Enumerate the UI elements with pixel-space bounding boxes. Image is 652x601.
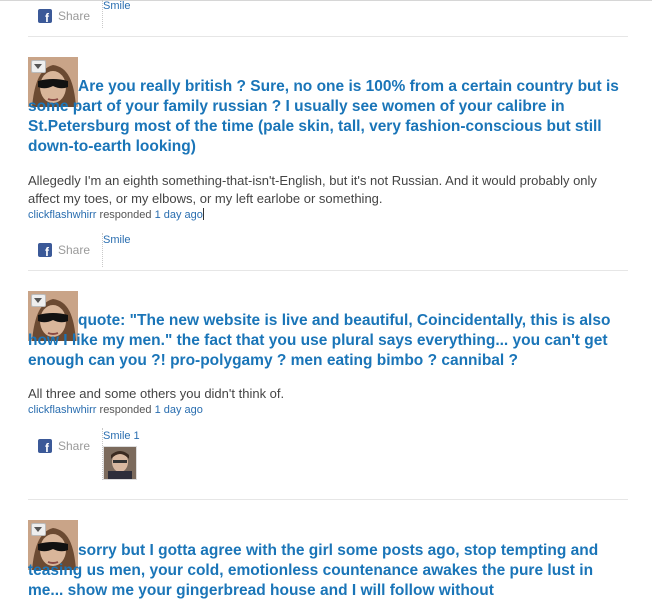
answer-text: Allegedly I'm an eighth something-that-i… (28, 173, 597, 206)
smiler-photo (104, 447, 136, 479)
facebook-icon: f (38, 9, 52, 23)
responded-label: responded (99, 209, 152, 221)
username-link[interactable]: clickflashwhirr (28, 209, 96, 221)
dropdown-triangle-icon[interactable] (31, 60, 46, 73)
username-link[interactable]: clickflashwhirr (28, 404, 96, 416)
separator (28, 36, 628, 37)
smile-button[interactable]: Smile 1 (103, 430, 140, 442)
responded-label: responded (99, 404, 152, 416)
response-meta: clickflashwhirr responded 1 day ago (28, 404, 203, 416)
facebook-share-button[interactable]: f Share (38, 438, 90, 454)
smile-button[interactable]: Smile (103, 0, 131, 12)
smile-button[interactable]: Smile (103, 234, 131, 246)
facebook-icon: f (38, 439, 52, 453)
share-label: Share (58, 243, 91, 257)
dropdown-triangle-icon[interactable] (31, 294, 46, 307)
question-text[interactable]: quote: "The new website is live and beau… (28, 311, 632, 371)
text-cursor (202, 208, 204, 220)
share-label: Share (58, 9, 91, 23)
facebook-share-button[interactable]: f Share (38, 242, 90, 258)
facebook-icon: f (38, 243, 52, 257)
dropdown-triangle-icon[interactable] (31, 523, 46, 536)
timestamp-link[interactable]: 1 day ago (155, 209, 203, 221)
question-text[interactable]: sorry but I gotta agree with the girl so… (28, 541, 632, 601)
timestamp-link[interactable]: 1 day ago (155, 404, 203, 416)
smiler-avatar[interactable] (103, 446, 137, 480)
separator (28, 499, 628, 500)
answer-text: All three and some others you didn't thi… (28, 386, 285, 401)
top-border (0, 0, 652, 1)
separator (28, 270, 628, 271)
question-text[interactable]: Are you really british ? Sure, no one is… (28, 77, 632, 157)
share-label: Share (58, 439, 91, 453)
facebook-share-button[interactable]: f Share (38, 8, 90, 24)
response-meta: clickflashwhirr responded 1 day ago (28, 208, 204, 221)
